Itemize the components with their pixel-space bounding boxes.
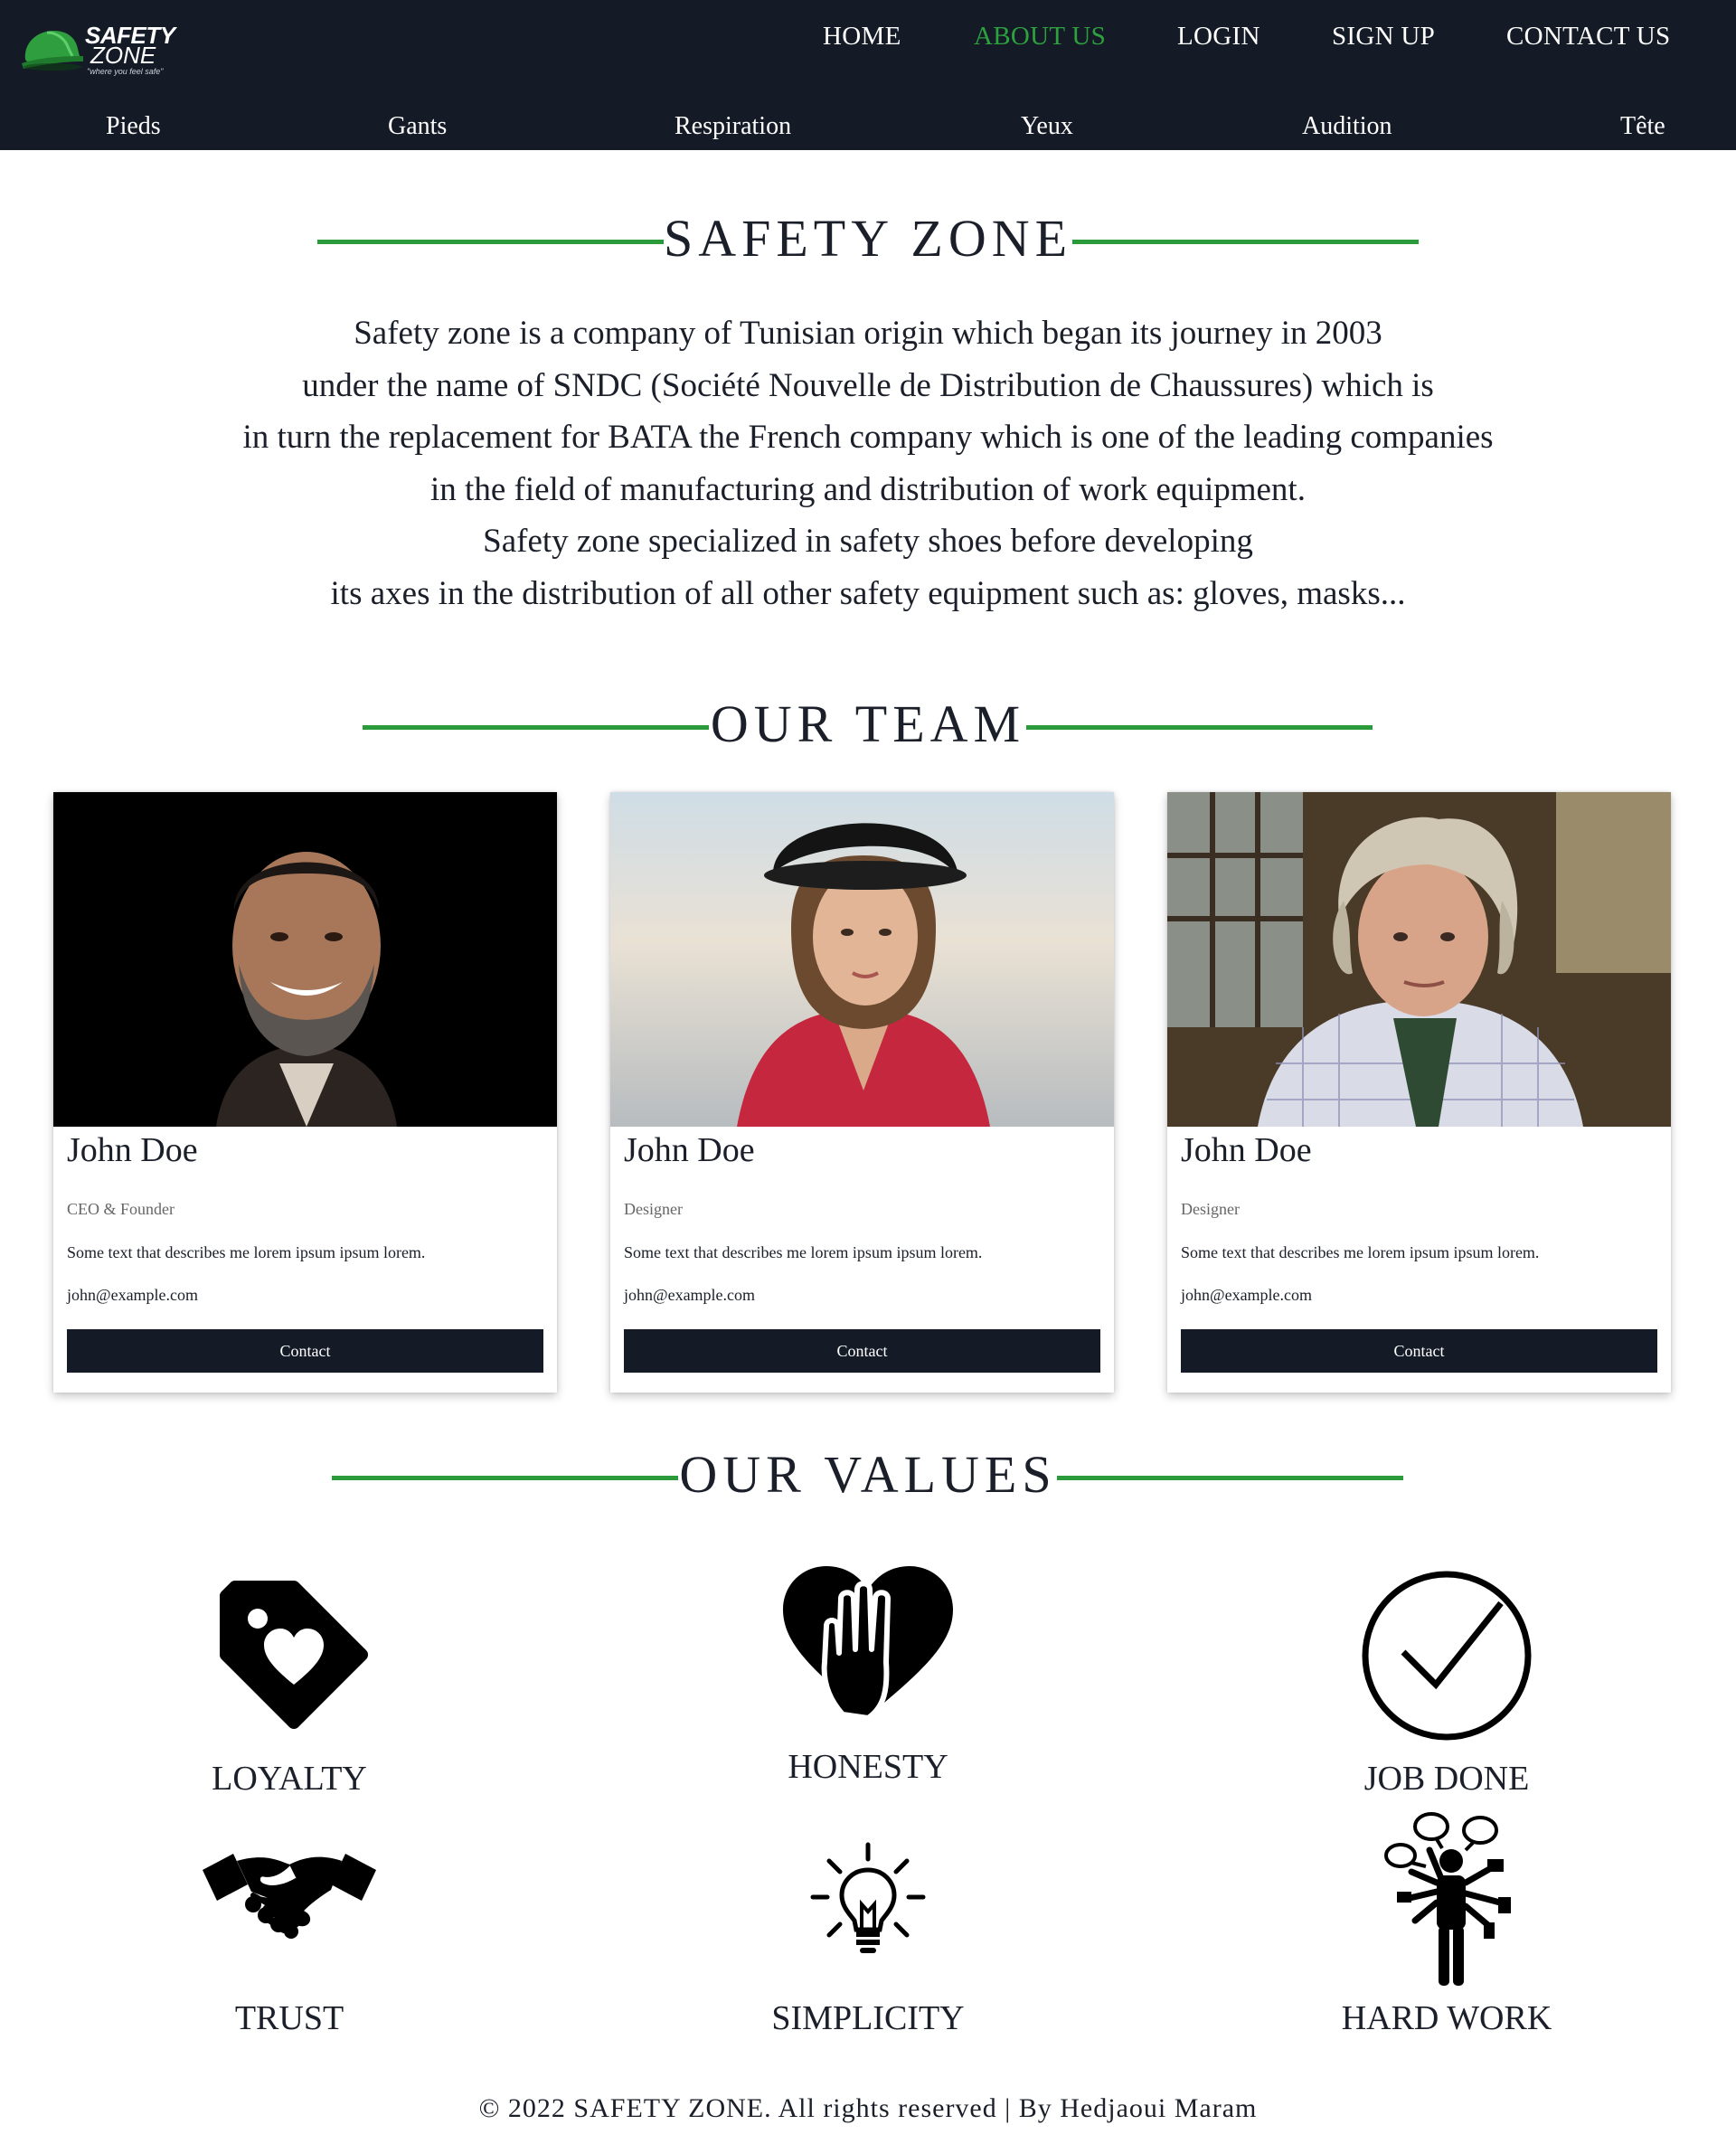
category-tete-link[interactable]: Tête (1620, 112, 1665, 141)
team-member-name: John Doe (67, 1131, 198, 1169)
team-member-description: Some text that describes me lorem ipsum … (624, 1243, 983, 1261)
team-member-photo (1167, 792, 1671, 1127)
team-member-description: Some text that describes me lorem ipsum … (1181, 1243, 1540, 1261)
values-title-line-right (1057, 1476, 1403, 1480)
price-tag-heart-icon (108, 1569, 470, 1750)
nav-sign-up-link[interactable]: SIGN UP (1332, 22, 1435, 52)
value-label: HARD WORK (1341, 1999, 1552, 2037)
value-label: TRUST (234, 1999, 344, 2037)
contact-button[interactable]: Contact (67, 1329, 543, 1373)
values-title: OUR VALUES (679, 1445, 1057, 1504)
category-audition-link[interactable]: Audition (1302, 112, 1392, 141)
team-member-email: john@example.com (1181, 1286, 1313, 1304)
top-navigation-bar: SAFETY ZONE "where you feel safe" HOME A… (0, 0, 1736, 150)
team-member-role: Designer (1181, 1200, 1240, 1218)
team-card: John Doe Designer Some text that describ… (1167, 792, 1671, 1393)
team-member-email: john@example.com (624, 1286, 756, 1304)
value-label: JOB DONE (1363, 1760, 1530, 1798)
team-member-role: Designer (624, 1200, 683, 1218)
team-member-photo (53, 792, 557, 1127)
value-label: LOYALTY (212, 1760, 367, 1798)
about-title-line-right (1072, 240, 1419, 244)
check-circle-icon (1266, 1569, 1628, 1750)
lightbulb-icon (687, 1841, 1049, 2022)
category-pieds-link[interactable]: Pieds (106, 112, 161, 141)
team-card: John Doe CEO & Founder Some text that de… (53, 792, 557, 1393)
about-text: Safety zone is a company of Tunisian ori… (0, 307, 1736, 619)
about-line: in the field of manufacturing and distri… (430, 470, 1306, 508)
category-yeux-link[interactable]: Yeux (1021, 112, 1073, 141)
footer-copyright: © 2022 SAFETY ZONE. All rights reserved … (478, 2093, 1258, 2123)
contact-button[interactable]: Contact (624, 1329, 1100, 1373)
team-title-line-right (1026, 725, 1373, 730)
about-line: under the name of SNDC (Société Nouvelle… (302, 366, 1434, 404)
team-member-photo (610, 792, 1114, 1127)
team-member-name: John Doe (1181, 1131, 1312, 1169)
team-member-name: John Doe (624, 1131, 755, 1169)
team-member-role: CEO & Founder (67, 1200, 175, 1218)
nav-contact-us-link[interactable]: CONTACT US (1506, 22, 1670, 52)
team-member-email: john@example.com (67, 1286, 199, 1304)
nav-login-link[interactable]: LOGIN (1177, 22, 1260, 52)
heart-hand-icon (687, 1563, 1049, 1743)
team-card: John Doe Designer Some text that describ… (610, 792, 1114, 1393)
team-title: OUR TEAM (710, 694, 1026, 753)
about-line: Safety zone specialized in safety shoes … (483, 523, 1253, 560)
category-gants-link[interactable]: Gants (388, 112, 447, 141)
contact-button[interactable]: Contact (1181, 1329, 1657, 1373)
value-label: HONESTY (788, 1748, 948, 1786)
nav-about-us-link[interactable]: ABOUT US (974, 22, 1106, 52)
multitasking-person-icon (1266, 1808, 1628, 1989)
category-respiration-link[interactable]: Respiration (675, 112, 791, 141)
main-menu: HOME ABOUT US LOGIN SIGN UP CONTACT US (0, 22, 1736, 58)
logo-tagline: "where you feel safe" (87, 67, 164, 76)
category-menu: Pieds Gants Respiration Yeux Audition Tê… (0, 112, 1736, 145)
team-member-description: Some text that describes me lorem ipsum … (67, 1243, 426, 1261)
about-title: SAFETY ZONE (663, 209, 1073, 268)
about-line: Safety zone is a company of Tunisian ori… (354, 315, 1382, 352)
about-line: its axes in the distribution of all othe… (330, 574, 1406, 612)
nav-home-link[interactable]: HOME (823, 22, 901, 52)
about-line: in turn the replacement for BATA the Fre… (242, 419, 1494, 456)
value-label: SIMPLICITY (771, 1999, 965, 2037)
